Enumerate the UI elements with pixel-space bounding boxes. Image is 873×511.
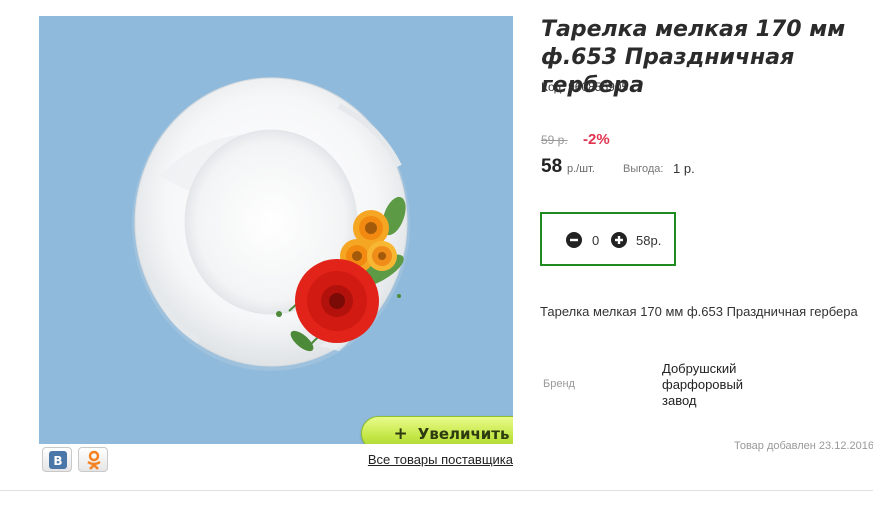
plus-circle-icon[interactable] xyxy=(611,232,627,248)
cart-total: 58р. xyxy=(636,233,662,248)
divider xyxy=(0,490,873,491)
minus-circle-icon[interactable] xyxy=(566,232,582,248)
discount-badge: -2% xyxy=(583,131,610,148)
cart-quantity-box: 0 58р. xyxy=(540,212,676,266)
vk-share-button[interactable]: В xyxy=(42,447,72,472)
benefit-value: 1 р. xyxy=(673,161,695,176)
plate-image xyxy=(132,77,410,371)
current-price: 58 xyxy=(541,156,563,177)
zoom-label: Увеличить xyxy=(417,424,510,443)
brand-value: Добрушский фарфоровый завод xyxy=(662,361,744,408)
product-code: Код: 960855905 xyxy=(541,80,629,94)
odnoklassniki-icon xyxy=(87,450,101,470)
odnoklassniki-share-button[interactable] xyxy=(78,447,108,472)
added-date: Товар добавлен 23.12.2016 xyxy=(733,440,873,452)
zoom-button[interactable]: + Увеличить xyxy=(361,416,513,444)
supplier-products-link[interactable]: Все товары поставщика xyxy=(368,452,513,467)
old-price: 59 р. xyxy=(541,133,568,147)
svg-text:В: В xyxy=(53,454,62,468)
brand-label: Бренд xyxy=(543,378,575,390)
vk-icon: В xyxy=(49,451,67,469)
product-description: Тарелка мелкая 170 мм ф.653 Праздничная … xyxy=(540,304,858,319)
price-unit: р./шт. xyxy=(567,163,595,175)
plus-icon: + xyxy=(393,423,408,444)
quantity-value[interactable]: 0 xyxy=(592,233,599,248)
benefit-label: Выгода: xyxy=(623,163,664,175)
product-photo[interactable]: + Увеличить xyxy=(39,16,513,444)
